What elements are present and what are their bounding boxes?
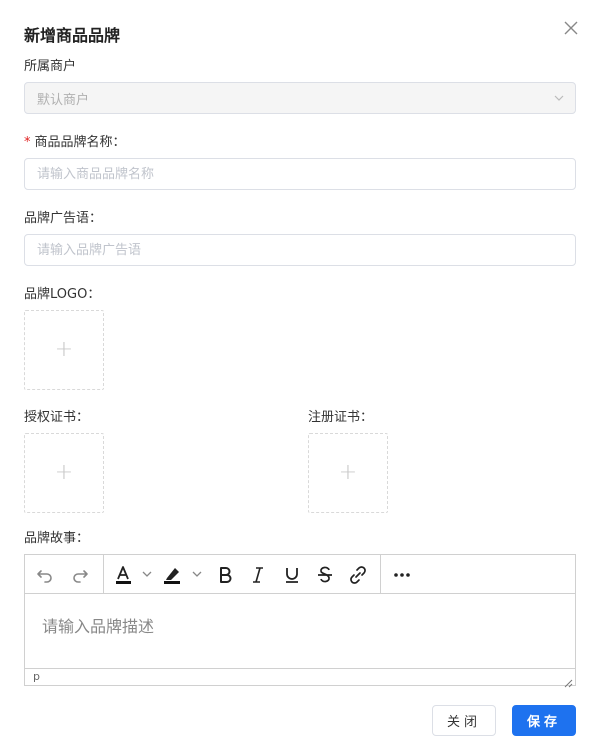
brand-name-label: * 商品品牌名称： [24, 131, 126, 150]
plus-icon: + [338, 460, 358, 485]
registration-label: 注册证书： [308, 410, 374, 425]
editor-toolbar [25, 555, 575, 594]
element-path: p [33, 670, 40, 683]
more-icon[interactable] [391, 564, 413, 586]
plus-icon: + [54, 460, 74, 485]
brand-name-label-text: 商品品牌名称： [34, 135, 126, 150]
text-color-icon[interactable] [113, 564, 153, 586]
undo-icon[interactable] [34, 564, 56, 586]
redo-icon[interactable] [69, 564, 91, 586]
required-mark: * [24, 135, 31, 150]
slogan-field[interactable] [24, 234, 576, 266]
add-brand-dialog: 新增商品品牌 所属商户 默认商户 *商品品牌名称： 品牌广告语： 品牌LOGO：… [0, 0, 600, 756]
close-button[interactable]: 关闭 [432, 705, 496, 736]
resize-handle-icon[interactable] [563, 673, 573, 688]
save-button[interactable]: 保存 [512, 705, 576, 736]
license-label: 授权证书： [24, 410, 90, 425]
chevron-down-icon [553, 92, 565, 104]
link-icon[interactable] [347, 564, 369, 586]
italic-icon[interactable] [247, 564, 269, 586]
registration-upload[interactable]: + [308, 433, 388, 513]
license-upload[interactable]: + [24, 433, 104, 513]
rich-text-editor: 请输入品牌描述 p [24, 554, 576, 688]
strikethrough-icon[interactable] [314, 564, 336, 586]
dialog-title: 新增商品品牌 [24, 26, 121, 45]
toolbar-separator [380, 555, 381, 593]
bold-icon[interactable] [214, 564, 236, 586]
underline-icon[interactable] [281, 564, 303, 586]
merchant-label: 所属商户 [24, 59, 77, 74]
slogan-label: 品牌广告语： [24, 211, 103, 226]
toolbar-separator [103, 555, 104, 593]
plus-icon: + [54, 337, 74, 362]
brand-name-input[interactable] [37, 159, 575, 189]
logo-upload[interactable]: + [24, 310, 104, 390]
editor-content[interactable]: 请输入品牌描述 [25, 595, 575, 668]
logo-label: 品牌LOGO： [24, 287, 101, 302]
editor-statusbar: p [25, 668, 575, 685]
story-label: 品牌故事： [24, 531, 90, 546]
merchant-select-value: 默认商户 [37, 92, 90, 108]
highlight-icon[interactable] [161, 564, 205, 586]
merchant-select[interactable]: 默认商户 [24, 82, 576, 114]
brand-name-field[interactable] [24, 158, 576, 190]
slogan-input[interactable] [37, 235, 575, 265]
close-icon[interactable] [562, 19, 580, 37]
